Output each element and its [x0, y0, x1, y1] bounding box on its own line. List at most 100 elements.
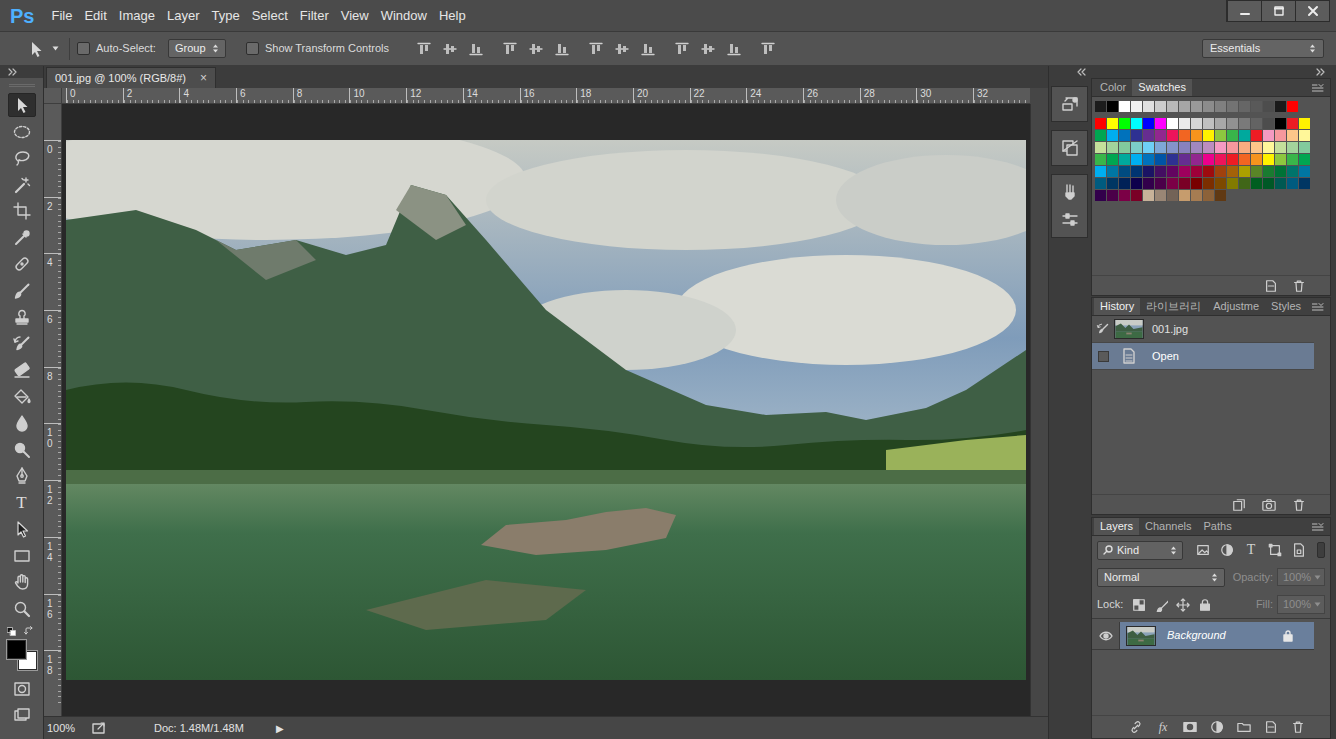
swatch[interactable] — [1191, 130, 1202, 141]
brush-tool-button[interactable] — [8, 279, 36, 303]
swatch[interactable] — [1239, 130, 1250, 141]
visibility-toggle[interactable] — [1092, 622, 1120, 649]
swatch[interactable] — [1215, 130, 1226, 141]
move-tool-button[interactable] — [8, 93, 36, 117]
swatch[interactable] — [1251, 178, 1262, 189]
checkbox[interactable] — [77, 42, 90, 55]
panel-tab[interactable]: Styles — [1265, 298, 1307, 315]
layer-body[interactable]: Background — [1120, 622, 1314, 649]
panel-menu-button[interactable] — [1312, 79, 1330, 96]
opacity-control[interactable]: Opacity:100% — [1233, 568, 1325, 587]
swatch[interactable] — [1107, 154, 1118, 165]
swatch[interactable] — [1227, 154, 1238, 165]
swatch[interactable] — [1239, 118, 1250, 129]
swatch[interactable] — [1215, 178, 1226, 189]
swatch[interactable] — [1191, 166, 1202, 177]
swatch[interactable] — [1155, 178, 1166, 189]
swatch[interactable] — [1155, 154, 1166, 165]
align-button[interactable] — [615, 42, 629, 56]
align-button[interactable] — [761, 42, 775, 56]
export-button[interactable] — [92, 722, 106, 734]
snapshot-button[interactable] — [1262, 498, 1276, 512]
swatch[interactable] — [1191, 178, 1202, 189]
dock-collapse[interactable] — [1049, 66, 1090, 78]
brush-panel-button[interactable] — [1052, 178, 1087, 206]
swatch[interactable] — [1095, 130, 1106, 141]
panel-tab[interactable]: Paths — [1198, 518, 1238, 535]
delete-state-button[interactable] — [1292, 498, 1306, 512]
delete-layer-button[interactable] — [1290, 719, 1306, 735]
swatch[interactable] — [1287, 130, 1298, 141]
vertical-scrollbar[interactable] — [1030, 104, 1048, 716]
swatch[interactable] — [1119, 101, 1130, 112]
swatch[interactable] — [1203, 154, 1214, 165]
blur-tool-button[interactable] — [8, 411, 36, 435]
swatch[interactable] — [1167, 166, 1178, 177]
swatch[interactable] — [1275, 154, 1286, 165]
swatch[interactable] — [1155, 118, 1166, 129]
align-button[interactable] — [589, 42, 603, 56]
swatch[interactable] — [1095, 118, 1106, 129]
status-menu-arrow[interactable]: ▶ — [276, 721, 284, 736]
swatch[interactable] — [1107, 178, 1118, 189]
properties-panel-button[interactable] — [1052, 134, 1087, 162]
swatch[interactable] — [1179, 142, 1190, 153]
swatch[interactable] — [1203, 118, 1214, 129]
swatch[interactable] — [1191, 154, 1202, 165]
panel-tab[interactable]: Layers — [1094, 518, 1139, 535]
align-button[interactable] — [529, 42, 543, 56]
swatch[interactable] — [1143, 166, 1154, 177]
swatch[interactable] — [1119, 154, 1130, 165]
type-tool-button[interactable]: T — [8, 491, 36, 515]
swatch[interactable] — [1299, 166, 1310, 177]
swatch[interactable] — [1119, 178, 1130, 189]
link-layers-button[interactable] — [1128, 719, 1144, 735]
filter-toggle[interactable] — [1317, 542, 1325, 558]
delete-swatch-button[interactable] — [1292, 279, 1306, 293]
shape-filter-button[interactable] — [1267, 542, 1283, 558]
swatch[interactable] — [1263, 178, 1274, 189]
align-button[interactable] — [503, 42, 517, 56]
swatch[interactable] — [1095, 166, 1106, 177]
swatch[interactable] — [1107, 101, 1118, 112]
swatch[interactable] — [1215, 166, 1226, 177]
adjustment-filter-button[interactable] — [1219, 542, 1235, 558]
window-restore-button[interactable] — [1261, 1, 1295, 21]
swatch[interactable] — [1287, 101, 1298, 112]
swatch[interactable] — [1239, 166, 1250, 177]
swatch[interactable] — [1239, 101, 1250, 112]
swatch[interactable] — [1287, 154, 1298, 165]
swatch[interactable] — [1263, 118, 1274, 129]
new-swatch-button[interactable] — [1264, 279, 1278, 293]
swatch[interactable] — [1119, 190, 1130, 201]
document-tab[interactable]: 001.jpg @ 100% (RGB/8#)× — [46, 67, 216, 88]
swatch[interactable] — [1275, 166, 1286, 177]
lock-position-button[interactable] — [1175, 597, 1191, 613]
swatch[interactable] — [1119, 130, 1130, 141]
brush-presets-panel-button[interactable] — [1052, 206, 1087, 234]
panel-menu-button[interactable] — [1312, 518, 1330, 535]
swatch[interactable] — [1263, 166, 1274, 177]
toolbar-collapse[interactable] — [0, 66, 43, 78]
history-panel-button[interactable] — [1052, 90, 1087, 118]
type-filter-button[interactable]: T — [1243, 542, 1259, 558]
swatch[interactable] — [1227, 101, 1238, 112]
align-button[interactable] — [701, 42, 715, 56]
menu-item[interactable]: Help — [433, 0, 472, 32]
swatch[interactable] — [1215, 190, 1226, 201]
panel-tab[interactable]: History — [1094, 298, 1140, 315]
swatch[interactable] — [1095, 178, 1106, 189]
align-button[interactable] — [443, 42, 457, 56]
swatch[interactable] — [1143, 154, 1154, 165]
wand-tool-button[interactable] — [8, 173, 36, 197]
swatch[interactable] — [1095, 101, 1106, 112]
filter-kind-dropdown[interactable]: Kind — [1097, 541, 1183, 560]
new-layer-button[interactable] — [1263, 719, 1279, 735]
auto-select-dropdown[interactable]: Group — [168, 39, 226, 58]
marquee-tool-button[interactable] — [8, 120, 36, 144]
swatch[interactable] — [1203, 142, 1214, 153]
swatch[interactable] — [1179, 190, 1190, 201]
swatch[interactable] — [1191, 190, 1202, 201]
history-source-box[interactable] — [1098, 351, 1109, 362]
lock-pixels-transparency-button[interactable] — [1131, 597, 1147, 613]
